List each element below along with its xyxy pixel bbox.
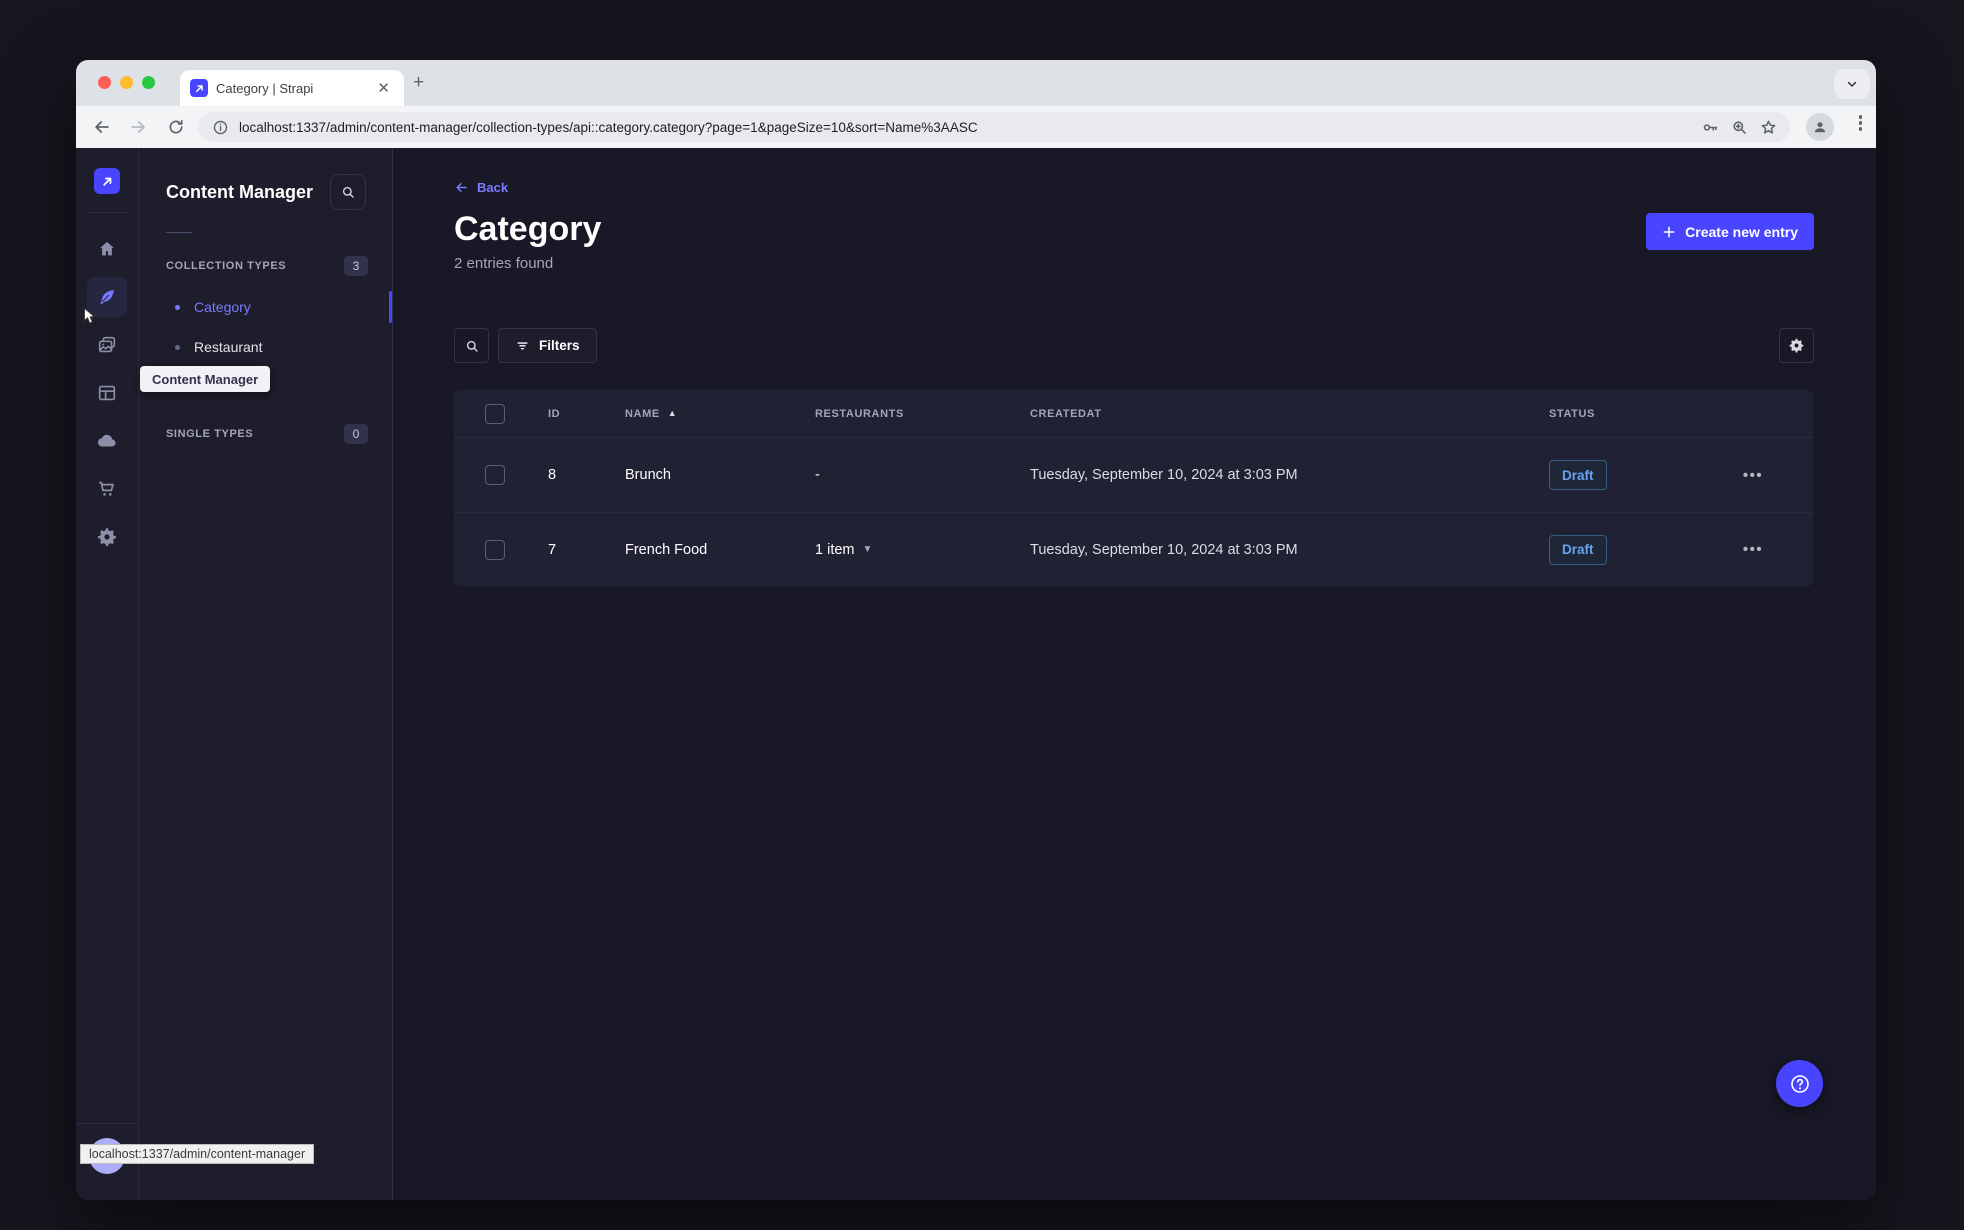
filters-label: Filters (539, 338, 580, 353)
table-header-row: ID NAME ▲ RESTAURANTS CREATEDAT STATUS (454, 390, 1813, 438)
view-settings-gear-button[interactable] (1779, 328, 1814, 363)
url-bar[interactable]: localhost:1337/admin/content-manager/col… (198, 112, 1790, 142)
browser-tabstrip: Category | Strapi ✕ + (76, 60, 1876, 106)
close-window-button[interactable] (98, 76, 111, 89)
back-label: Back (477, 180, 509, 195)
sidebar-item-category[interactable]: Category (139, 287, 392, 327)
status-badge: Draft (1549, 460, 1607, 490)
create-button-label: Create new entry (1685, 223, 1798, 240)
chevron-down-icon: ▼ (862, 544, 873, 555)
collection-types-label: COLLECTION TYPES (166, 260, 287, 272)
filter-icon (517, 342, 528, 350)
content-manager-subnav: Content Manager COLLECTION TYPES 3 Categ… (139, 148, 393, 1200)
browser-reload-button[interactable] (164, 115, 188, 139)
browser-window: Category | Strapi ✕ + localhost:1337/adm… (76, 60, 1876, 1200)
cell-createdat: Tuesday, September 10, 2024 at 3:03 PM (1030, 541, 1298, 558)
rail-divider (86, 212, 128, 213)
strapi-logo-icon[interactable] (94, 168, 120, 194)
filters-button[interactable]: Filters (498, 328, 597, 363)
row-actions-icon[interactable]: ••• (1743, 468, 1763, 483)
content-manager-tooltip: Content Manager (140, 366, 271, 392)
create-new-entry-button[interactable]: Create new entry (1646, 213, 1814, 250)
page-info-icon[interactable] (210, 117, 230, 137)
main-content: Back Category 2 entries found Create new… (393, 148, 1876, 1200)
status-bar-link-preview: localhost:1337/admin/content-manager (80, 1144, 315, 1164)
main-nav-rail: KD (76, 148, 139, 1200)
list-search-button[interactable] (454, 328, 489, 363)
traffic-lights (98, 76, 155, 89)
single-types-label: SINGLE TYPES (166, 428, 254, 440)
cell-name: Brunch (625, 467, 671, 483)
column-header-status[interactable]: STATUS (1523, 408, 1717, 420)
new-tab-button[interactable]: + (413, 73, 424, 92)
browser-menu-icon[interactable] (1858, 115, 1862, 131)
cell-restaurants[interactable]: 1 item ▼ (789, 542, 1004, 558)
back-link[interactable]: Back (454, 180, 508, 195)
content-manager-icon[interactable] (83, 277, 127, 324)
desktop-background: Category | Strapi ✕ + localhost:1337/adm… (0, 0, 1964, 1230)
plus-icon (1663, 226, 1675, 237)
settings-gear-icon[interactable] (87, 517, 127, 557)
cell-restaurants: - (815, 467, 820, 483)
mouse-cursor (82, 307, 98, 325)
list-actions-row: Filters (454, 328, 1814, 363)
tab-title: Category | Strapi (216, 80, 314, 96)
cell-id: 8 (548, 467, 557, 483)
media-library-icon[interactable] (87, 325, 127, 365)
collection-types-count-badge: 3 (344, 256, 368, 276)
table-row[interactable]: 7 French Food 1 item ▼ Tuesday, September… (454, 512, 1813, 586)
column-header-id[interactable]: ID (522, 408, 599, 420)
table-row[interactable]: 8 Brunch - Tuesday, September 10, 2024 a… (454, 438, 1813, 512)
help-button[interactable] (1776, 1060, 1823, 1107)
strapi-app: KD Content Manager COLLECTION TYPES 3 (76, 148, 1876, 1200)
bullet-icon (175, 304, 180, 310)
rail-bottom-divider (76, 1123, 138, 1124)
column-header-name[interactable]: NAME ▲ (599, 408, 789, 420)
browser-tab[interactable]: Category | Strapi ✕ (180, 70, 404, 106)
cloud-icon[interactable] (87, 421, 127, 461)
sort-asc-icon[interactable]: ▲ (668, 409, 678, 418)
bookmark-star-icon[interactable] (1758, 117, 1778, 137)
strapi-favicon-icon (190, 79, 208, 97)
single-types-count-badge: 0 (344, 424, 368, 444)
browser-forward-button[interactable] (126, 115, 150, 139)
status-badge: Draft (1549, 534, 1607, 565)
select-all-checkbox[interactable] (485, 403, 505, 424)
tab-search-chevron-icon[interactable] (1834, 69, 1870, 99)
password-manager-key-icon[interactable] (1700, 117, 1720, 137)
home-icon[interactable] (87, 229, 127, 269)
subnav-title: Content Manager (166, 181, 314, 202)
tab-close-icon[interactable]: ✕ (373, 79, 394, 98)
subnav-divider (166, 232, 192, 233)
browser-toolbar: localhost:1337/admin/content-manager/col… (76, 106, 1876, 148)
row-actions-icon[interactable]: ••• (1743, 542, 1763, 557)
sidebar-item-label: Category (194, 299, 251, 315)
bullet-icon (175, 344, 180, 350)
cell-id: 7 (548, 541, 557, 558)
sidebar-item-restaurant[interactable]: Restaurant (139, 327, 392, 367)
content-type-builder-icon[interactable] (87, 373, 127, 413)
entries-table: ID NAME ▲ RESTAURANTS CREATEDAT STATUS 8 … (454, 390, 1813, 586)
column-header-restaurants[interactable]: RESTAURANTS (789, 408, 1004, 420)
row-checkbox[interactable] (485, 465, 505, 485)
page-title: Category (454, 210, 602, 248)
browser-profile-avatar[interactable] (1806, 113, 1834, 141)
url-text[interactable]: localhost:1337/admin/content-manager/col… (239, 120, 1691, 135)
browser-back-button[interactable] (90, 115, 114, 139)
sidebar-item-label: Restaurant (194, 339, 263, 355)
subnav-search-button[interactable] (330, 174, 366, 210)
row-checkbox[interactable] (485, 539, 505, 560)
zoom-icon[interactable] (1729, 117, 1749, 137)
maximize-window-button[interactable] (142, 76, 155, 89)
active-indicator-bar (389, 291, 392, 323)
minimize-window-button[interactable] (120, 76, 133, 89)
column-header-createdat[interactable]: CREATEDAT (1004, 408, 1523, 420)
cell-createdat: Tuesday, September 10, 2024 at 3:03 PM (1030, 467, 1298, 483)
entries-count: 2 entries found (454, 255, 554, 272)
marketplace-cart-icon[interactable] (87, 469, 127, 509)
cell-name: French Food (625, 541, 708, 558)
